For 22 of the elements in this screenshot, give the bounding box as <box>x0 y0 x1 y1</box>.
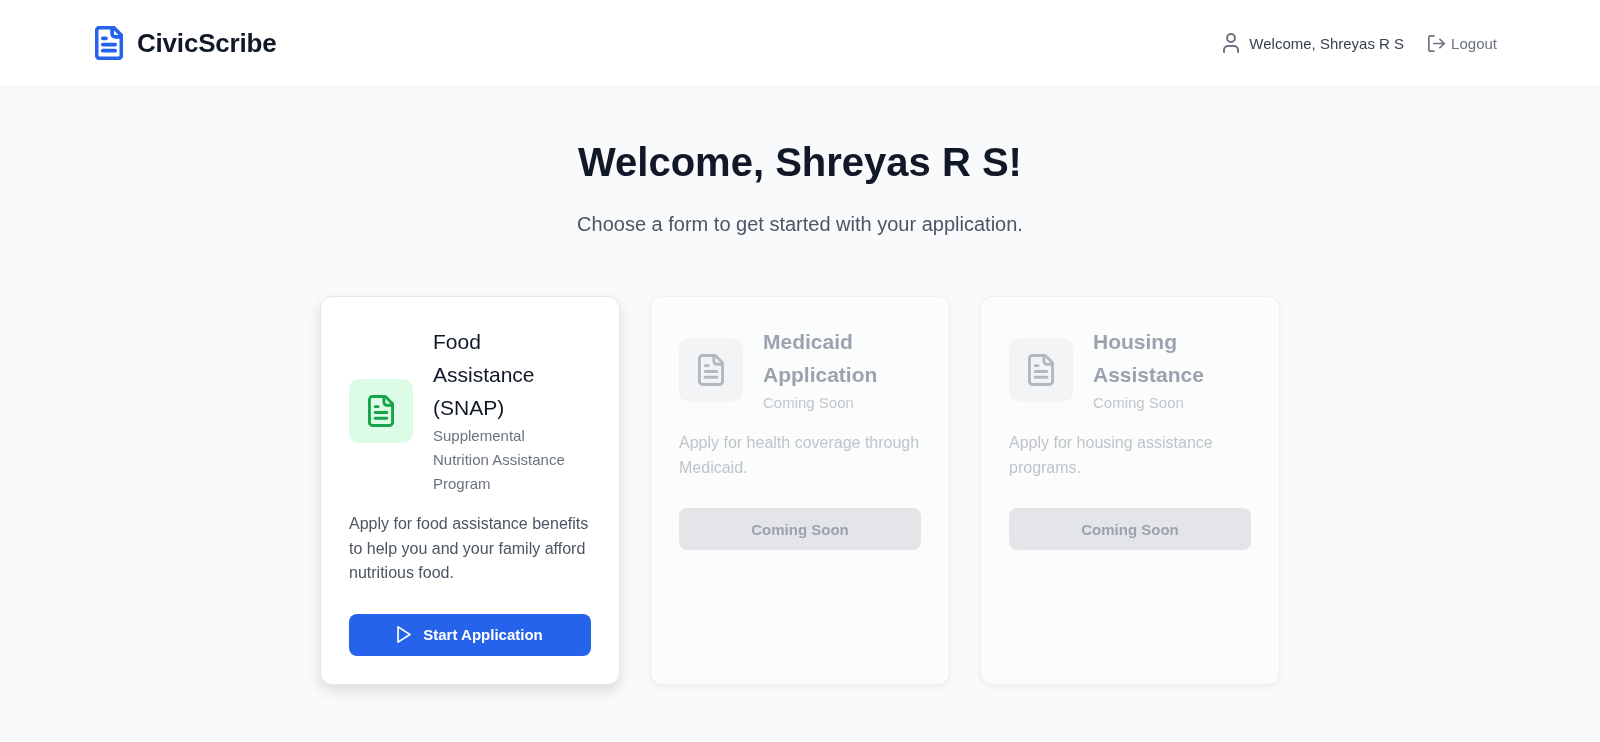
form-title: Medicaid Application <box>763 329 879 388</box>
page-title: Welcome, Shreyas R S! <box>578 139 1022 186</box>
form-title: Housing Assistance <box>1093 329 1205 388</box>
form-subtitle: Coming Soon <box>1093 393 1185 413</box>
form-title: Food Assistance (SNAP) <box>433 329 536 421</box>
page-subtitle: Choose a form to get started with your application. <box>577 212 1023 237</box>
start-application-button[interactable]: Start Application <box>349 613 591 656</box>
welcome-text: Welcome, Shreyas R S <box>1249 34 1405 52</box>
document-icon <box>95 26 123 60</box>
user-icon <box>1223 33 1240 53</box>
form-subtitle: Supplemental Nutrition Assistance Program <box>433 426 566 494</box>
logout-button[interactable]: Logout <box>1422 30 1503 56</box>
document-icon <box>679 338 743 402</box>
logout-icon <box>1428 34 1446 52</box>
form-description: Apply for health coverage through Medicaid. <box>679 433 921 478</box>
play-icon <box>397 626 412 643</box>
document-icon <box>349 378 413 443</box>
form-subtitle: Coming Soon <box>763 393 855 413</box>
document-icon <box>1009 338 1073 402</box>
brand-name: CivicScribe <box>137 27 277 59</box>
form-description: Apply for food assistance benefits to help you and your family afford nutritious food. <box>349 514 590 583</box>
form-description: Apply for housing assistance programs. <box>1009 433 1214 478</box>
